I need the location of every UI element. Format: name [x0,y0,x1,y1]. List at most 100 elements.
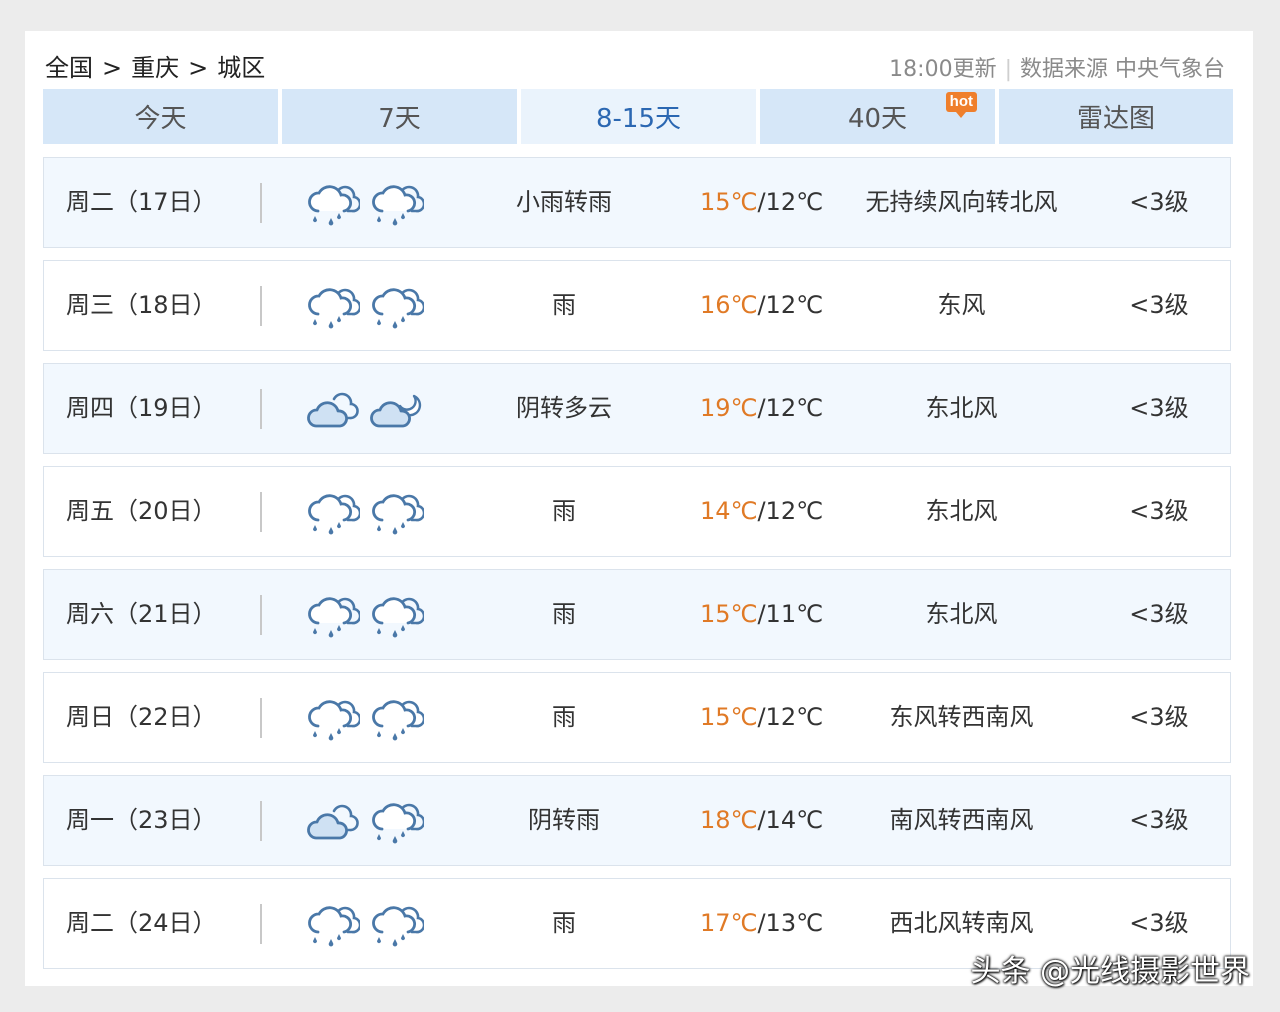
day-label: 周五（20日） [66,497,217,525]
temperature: 14℃/12℃ [684,467,839,556]
weather-icons [306,180,424,228]
tab-7-days[interactable]: 7天 [282,89,517,144]
high-temperature: 16℃ [699,291,758,319]
rain-cloud-icon [370,283,424,329]
forecast-row: 周三（18日） 雨 16℃/12℃ 东风 <3级 [43,260,1231,351]
wind-direction: 东风转西南风 [889,703,1034,731]
low-temperature: 13℃ [765,909,824,937]
temperature: 15℃/12℃ [684,158,839,247]
low-temperature: 12℃ [765,394,824,422]
temperature-separator: / [757,806,766,834]
low-temperature: 12℃ [765,188,824,216]
tab-8-15-days[interactable]: 8-15天 [521,89,756,144]
weather-description: 雨 [552,909,576,937]
wind-level: <3级 [1129,806,1189,834]
temperature-separator: / [757,291,766,319]
rain-cloud-icon [306,283,360,329]
divider [260,801,262,841]
tab-40-days[interactable]: 40天 hot [760,89,995,144]
temperature: 17℃/13℃ [684,879,839,968]
divider [260,183,262,223]
temperature: 15℃/12℃ [684,673,839,762]
tab-label: 7天 [378,104,421,134]
wind-level: <3级 [1129,703,1189,731]
weather-icons [306,386,424,434]
high-temperature: 15℃ [699,703,758,731]
high-temperature: 14℃ [699,497,758,525]
divider [260,286,262,326]
wind-level: <3级 [1129,291,1189,319]
wind-level: <3级 [1129,394,1189,422]
weather-icons [306,283,424,331]
divider [260,904,262,944]
temperature: 16℃/12℃ [684,261,839,350]
wind-direction: 东北风 [925,600,998,628]
rain-cloud-icon [370,180,424,226]
temperature-separator: / [757,188,766,216]
wind-level: <3级 [1129,188,1189,216]
day-label: 周一（23日） [66,806,217,834]
temperature-separator: / [757,497,766,525]
high-temperature: 15℃ [699,188,758,216]
forecast-row: 周五（20日） 雨 14℃/12℃ 东北风 <3级 [43,466,1231,557]
watermark: 头条 @光线摄影世界 [970,954,1250,989]
day-label: 周三（18日） [66,291,217,319]
weather-description: 雨 [552,497,576,525]
low-temperature: 14℃ [765,806,824,834]
divider [260,595,262,635]
wind-direction: 东北风 [925,497,998,525]
breadcrumb-city[interactable]: 重庆 [131,54,179,82]
tab-today[interactable]: 今天 [43,89,278,144]
divider [260,698,262,738]
weather-description: 阴转多云 [516,394,612,422]
weather-card: 全国 > 重庆 > 城区 18:00更新 | 数据来源 中央气象台 今天 7天 8-15天 … [25,31,1253,986]
tab-label: 今天 [134,104,187,134]
rain-cloud-icon [370,592,424,638]
low-temperature: 11℃ [765,600,824,628]
low-temperature: 12℃ [765,291,824,319]
rain-cloud-icon [306,592,360,638]
tab-label: 8-15天 [595,104,681,134]
rain-cloud-icon [370,695,424,741]
data-source-info: 18:00更新 | 数据来源 中央气象台 [889,51,1225,83]
breadcrumb-country[interactable]: 全国 [45,54,93,82]
wind-level: <3级 [1129,497,1189,525]
forecast-row: 周六（21日） 雨 15℃/11℃ 东北风 <3级 [43,569,1231,660]
forecast-row: 周二（17日） 小雨转雨 15℃/12℃ 无持续风向转北风 <3级 [43,157,1231,248]
weather-description: 阴转雨 [528,806,600,834]
forecast-row: 周四（19日） 阴转多云 19℃/12℃ 东北风 <3级 [43,363,1231,454]
high-temperature: 17℃ [699,909,758,937]
weather-icons [306,901,424,949]
breadcrumb-separator: > [188,54,209,82]
high-temperature: 19℃ [699,394,758,422]
rain-cloud-icon [370,901,424,947]
weather-description: 雨 [552,600,576,628]
overcast-cloud-icon [306,798,360,840]
weather-description: 小雨转雨 [516,188,612,216]
breadcrumb-district: 城区 [217,54,266,82]
divider: | [1004,57,1012,82]
weather-description: 雨 [552,703,576,731]
temperature-separator: / [757,600,766,628]
temperature: 15℃/11℃ [684,570,839,659]
temperature-separator: / [757,909,766,937]
rain-cloud-icon [306,180,360,226]
temperature: 19℃/12℃ [684,364,839,453]
tab-label: 雷达图 [1076,104,1155,134]
day-label: 周六（21日） [66,600,217,628]
data-source: 数据来源 中央气象台 [1020,57,1225,82]
wind-direction: 东风 [937,291,986,319]
wind-direction: 南风转西南风 [889,806,1034,834]
day-label: 周日（22日） [66,703,217,731]
top-bar: 全国 > 重庆 > 城区 18:00更新 | 数据来源 中央气象台 [25,31,1253,89]
day-label: 周二（24日） [66,909,217,937]
rain-cloud-icon [306,489,360,535]
low-temperature: 12℃ [765,703,824,731]
cloudy-night-icon [370,386,424,428]
hot-badge: hot [945,92,977,118]
weather-icons [306,798,424,846]
tab-radar[interactable]: 雷达图 [999,89,1233,144]
low-temperature: 12℃ [765,497,824,525]
overcast-cloud-icon [306,386,360,428]
temperature-separator: / [757,703,766,731]
